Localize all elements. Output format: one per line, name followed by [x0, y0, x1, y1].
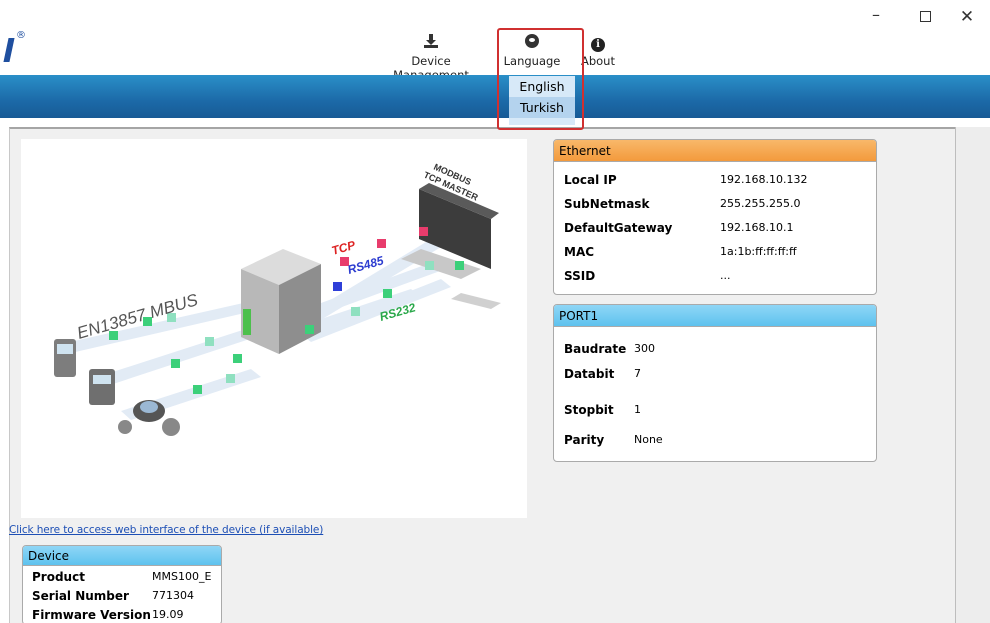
minimize-button[interactable]: – — [866, 6, 886, 24]
port1-group: PORT1 Baudrate 300 Databit 7 Stopbit 1 P… — [553, 304, 877, 462]
serial-number-label: Serial Number — [32, 589, 129, 603]
baudrate-value: 300 — [634, 342, 655, 355]
parity-value: None — [634, 433, 663, 446]
language-option-turkish[interactable]: Turkish — [509, 97, 575, 118]
stopbit-value: 1 — [634, 403, 641, 416]
databit-label: Databit — [564, 367, 615, 381]
product-value: MMS100_E — [152, 570, 212, 583]
ethernet-title: Ethernet — [554, 140, 876, 162]
ssid-label: SSID — [564, 269, 596, 283]
info-icon: i — [578, 34, 618, 52]
port1-title: PORT1 — [554, 305, 876, 327]
mac-label: MAC — [564, 245, 595, 259]
network-diagram: EN13857 MBUS TCP RS485 RS232 MODBUS TCP … — [21, 139, 527, 518]
device-management-button[interactable]: Device Management — [377, 34, 485, 82]
parity-label: Parity — [564, 433, 605, 447]
gateway-label: DefaultGateway — [564, 221, 673, 235]
serial-number-value: 771304 — [152, 589, 194, 602]
about-label: About — [580, 54, 615, 68]
diagram-tcp-label: TCP — [330, 238, 358, 258]
language-label: Language — [503, 54, 561, 68]
gateway-value: 192.168.10.1 — [720, 221, 794, 234]
language-button[interactable]: Language — [501, 34, 563, 72]
device-title: Device — [23, 546, 221, 566]
baudrate-label: Baudrate — [564, 342, 627, 356]
maximize-button[interactable] — [915, 8, 935, 26]
download-icon — [377, 34, 485, 52]
local-ip-label: Local IP — [564, 173, 617, 187]
product-label: Product — [32, 570, 85, 584]
about-button[interactable]: i About — [578, 34, 618, 72]
ethernet-group: Ethernet Local IP 192.168.10.132 SubNetm… — [553, 139, 877, 295]
web-interface-link[interactable]: Click here to access web interface of th… — [9, 524, 323, 536]
maximize-icon — [919, 11, 931, 22]
language-dropdown[interactable]: English Turkish — [509, 76, 575, 125]
device-group: Device Product MMS100_E Serial Number 77… — [22, 545, 222, 623]
databit-value: 7 — [634, 367, 641, 380]
close-button[interactable]: ✕ — [957, 8, 977, 26]
local-ip-value: 192.168.10.132 — [720, 173, 808, 186]
language-icon — [501, 34, 563, 52]
firmware-version-value: 19.09 — [152, 608, 184, 621]
logo — [3, 38, 15, 62]
header-banner — [0, 75, 990, 118]
subnetmask-value: 255.255.255.0 — [720, 197, 801, 210]
firmware-version-label: Firmware Version — [32, 608, 151, 622]
language-option-english[interactable]: English — [509, 76, 575, 97]
logo-registered-mark: ® — [16, 30, 26, 41]
right-margin — [955, 127, 990, 623]
stopbit-label: Stopbit — [564, 403, 614, 417]
subnetmask-label: SubNetmask — [564, 197, 650, 211]
ssid-value: ... — [720, 269, 731, 282]
mac-value: 1a:1b:ff:ff:ff:ff — [720, 245, 797, 258]
